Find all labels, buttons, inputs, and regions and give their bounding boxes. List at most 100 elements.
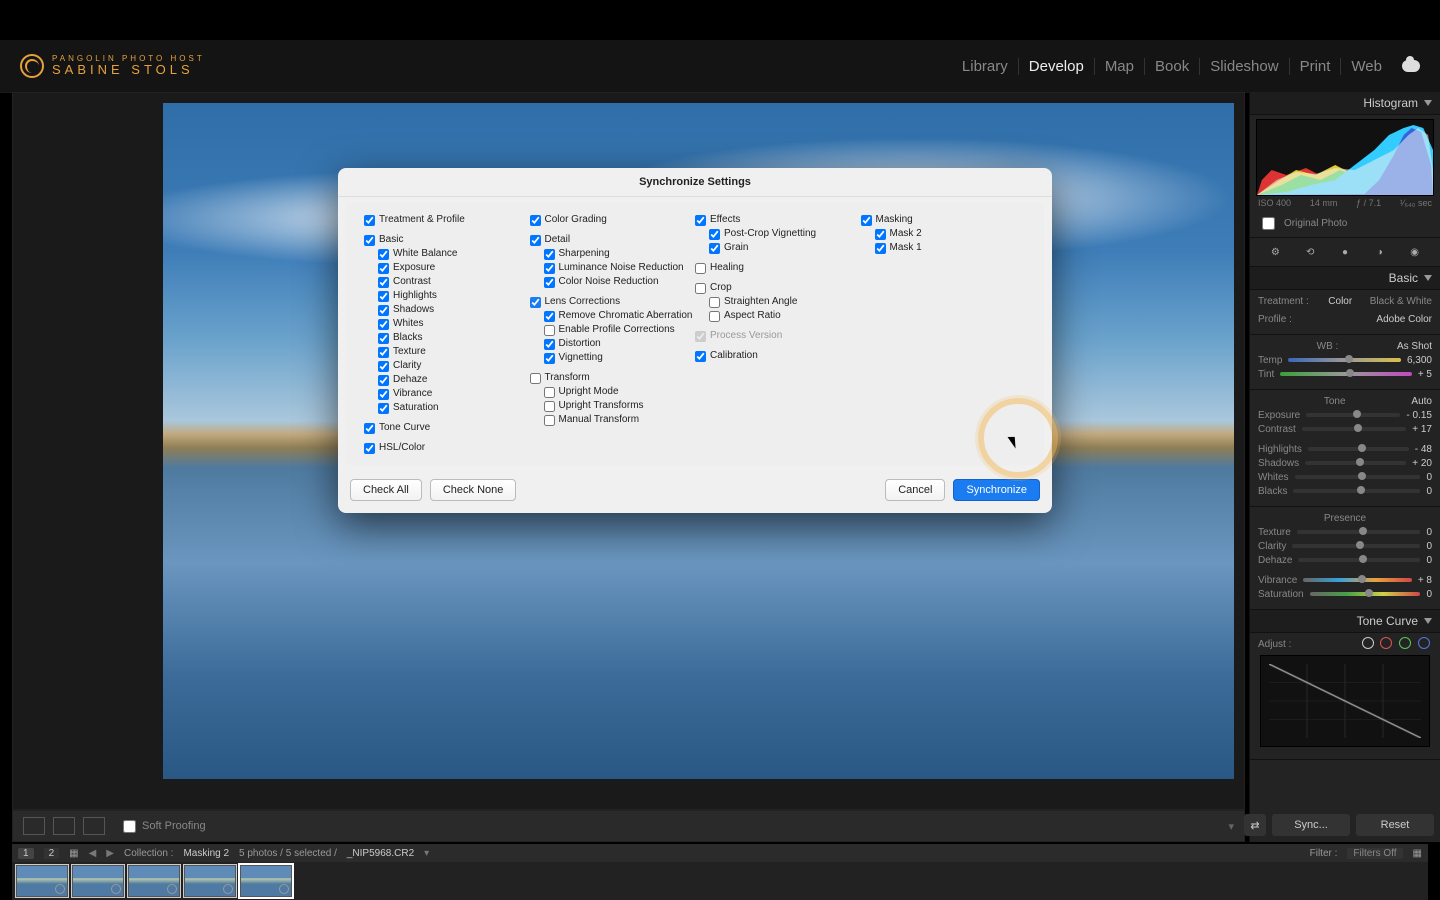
- switch-icon[interactable]: ⇄: [1244, 814, 1266, 836]
- layout-2[interactable]: 2: [44, 848, 60, 859]
- ck-basic[interactable]: [364, 235, 375, 246]
- ck-texture[interactable]: [378, 347, 389, 358]
- ck-aspect[interactable]: [709, 311, 720, 322]
- module-slideshow[interactable]: Slideshow: [1200, 58, 1289, 75]
- ck-highlights[interactable]: [378, 291, 389, 302]
- ck-mask2[interactable]: [875, 229, 886, 240]
- cloud-sync-icon[interactable]: [1402, 60, 1420, 72]
- ck-distortion[interactable]: [544, 339, 555, 350]
- curve-green-icon[interactable]: [1399, 637, 1411, 649]
- ck-vibrance[interactable]: [378, 389, 389, 400]
- ck-mask1[interactable]: [875, 243, 886, 254]
- check-all-button[interactable]: Check All: [350, 479, 422, 501]
- module-develop[interactable]: Develop: [1019, 58, 1095, 75]
- ck-detail[interactable]: [530, 235, 541, 246]
- chevron-down-icon[interactable]: [1424, 100, 1432, 106]
- curve-red-icon[interactable]: [1380, 637, 1392, 649]
- ck-rca[interactable]: [544, 311, 555, 322]
- tint-slider[interactable]: [1280, 372, 1412, 376]
- ck-effects[interactable]: [695, 215, 706, 226]
- collection-name[interactable]: Masking 2: [183, 848, 229, 859]
- ck-exposure[interactable]: [378, 263, 389, 274]
- shadows-slider[interactable]: [1305, 461, 1406, 465]
- treatment-color[interactable]: Color: [1328, 296, 1352, 307]
- highlights-slider[interactable]: [1308, 447, 1409, 451]
- soft-proof-checkbox[interactable]: [123, 820, 136, 833]
- module-book[interactable]: Book: [1145, 58, 1200, 75]
- thumbnail-3[interactable]: [128, 865, 180, 897]
- histogram[interactable]: [1256, 119, 1434, 196]
- synchronize-button[interactable]: Synchronize: [953, 479, 1040, 501]
- ck-upright-trans[interactable]: [544, 401, 555, 412]
- whites-slider[interactable]: [1295, 475, 1421, 479]
- auto-button[interactable]: Auto: [1411, 396, 1432, 407]
- ck-contrast[interactable]: [378, 277, 389, 288]
- ck-vignetting[interactable]: [544, 353, 555, 364]
- filter-dropdown[interactable]: Filters Off: [1347, 848, 1402, 859]
- ck-calibration[interactable]: [695, 351, 706, 362]
- ck-lens[interactable]: [530, 297, 541, 308]
- view-loupe-icon[interactable]: [23, 817, 45, 835]
- crop-icon[interactable]: ⟲: [1302, 244, 1318, 260]
- chevron-down-icon[interactable]: ▾: [1228, 820, 1234, 833]
- thumbnail-1[interactable]: [16, 865, 68, 897]
- thumbnail-4[interactable]: [184, 865, 236, 897]
- ck-lumnoise[interactable]: [544, 263, 555, 274]
- chevron-down-icon[interactable]: ▾: [424, 848, 429, 859]
- texture-slider[interactable]: [1297, 530, 1421, 534]
- ck-sharpening[interactable]: [544, 249, 555, 260]
- check-none-button[interactable]: Check None: [430, 479, 517, 501]
- ck-pcv[interactable]: [709, 229, 720, 240]
- module-print[interactable]: Print: [1290, 58, 1342, 75]
- chevron-down-icon[interactable]: [1424, 275, 1432, 281]
- profile-value[interactable]: Adobe Color: [1376, 314, 1432, 325]
- dehaze-slider[interactable]: [1298, 558, 1420, 562]
- thumbnail-2[interactable]: [72, 865, 124, 897]
- ck-colornoise[interactable]: [544, 277, 555, 288]
- ck-blacks[interactable]: [378, 333, 389, 344]
- module-library[interactable]: Library: [952, 58, 1019, 75]
- ck-upright-mode[interactable]: [544, 387, 555, 398]
- ck-masking[interactable]: [861, 215, 872, 226]
- ck-tonecurve[interactable]: [364, 423, 375, 434]
- ck-saturation[interactable]: [378, 403, 389, 414]
- heal-icon[interactable]: ●: [1337, 244, 1353, 260]
- ck-whites[interactable]: [378, 319, 389, 330]
- ck-shadows[interactable]: [378, 305, 389, 316]
- cancel-button[interactable]: Cancel: [885, 479, 945, 501]
- exposure-slider[interactable]: [1306, 413, 1400, 417]
- curve-rgb-icon[interactable]: [1362, 637, 1374, 649]
- original-photo-checkbox[interactable]: [1262, 217, 1275, 230]
- ck-colorgrading[interactable]: [530, 215, 541, 226]
- radial-icon[interactable]: ◉: [1407, 244, 1423, 260]
- ck-hsl[interactable]: [364, 443, 375, 454]
- ck-manual-trans[interactable]: [544, 415, 555, 426]
- ck-clarity[interactable]: [378, 361, 389, 372]
- ck-transform[interactable]: [530, 373, 541, 384]
- prev-icon[interactable]: ◀: [89, 848, 97, 859]
- ck-healing[interactable]: [695, 263, 706, 274]
- ck-wb[interactable]: [378, 249, 389, 260]
- clarity-slider[interactable]: [1292, 544, 1420, 548]
- sync-button[interactable]: Sync...: [1272, 814, 1350, 836]
- curve-blue-icon[interactable]: [1418, 637, 1430, 649]
- module-web[interactable]: Web: [1341, 58, 1392, 75]
- ck-treatment[interactable]: [364, 215, 375, 226]
- temp-slider[interactable]: [1288, 358, 1401, 362]
- view-compare-icon[interactable]: [53, 817, 75, 835]
- treatment-bw[interactable]: Black & White: [1370, 296, 1432, 307]
- ck-straighten[interactable]: [709, 297, 720, 308]
- mask-icon[interactable]: ◑: [1372, 244, 1388, 260]
- tone-curve[interactable]: [1260, 655, 1430, 747]
- vibrance-slider[interactable]: [1303, 578, 1412, 582]
- saturation-slider[interactable]: [1310, 592, 1421, 596]
- chevron-down-icon[interactable]: [1424, 618, 1432, 624]
- reset-button[interactable]: Reset: [1356, 814, 1434, 836]
- thumbnail-5[interactable]: [240, 865, 292, 897]
- module-map[interactable]: Map: [1095, 58, 1145, 75]
- edit-icon[interactable]: ⚙: [1267, 244, 1283, 260]
- contrast-slider[interactable]: [1302, 427, 1406, 431]
- filter-lock-icon[interactable]: ▦: [1413, 848, 1422, 859]
- ck-dehaze[interactable]: [378, 375, 389, 386]
- layout-1[interactable]: 1: [18, 848, 34, 859]
